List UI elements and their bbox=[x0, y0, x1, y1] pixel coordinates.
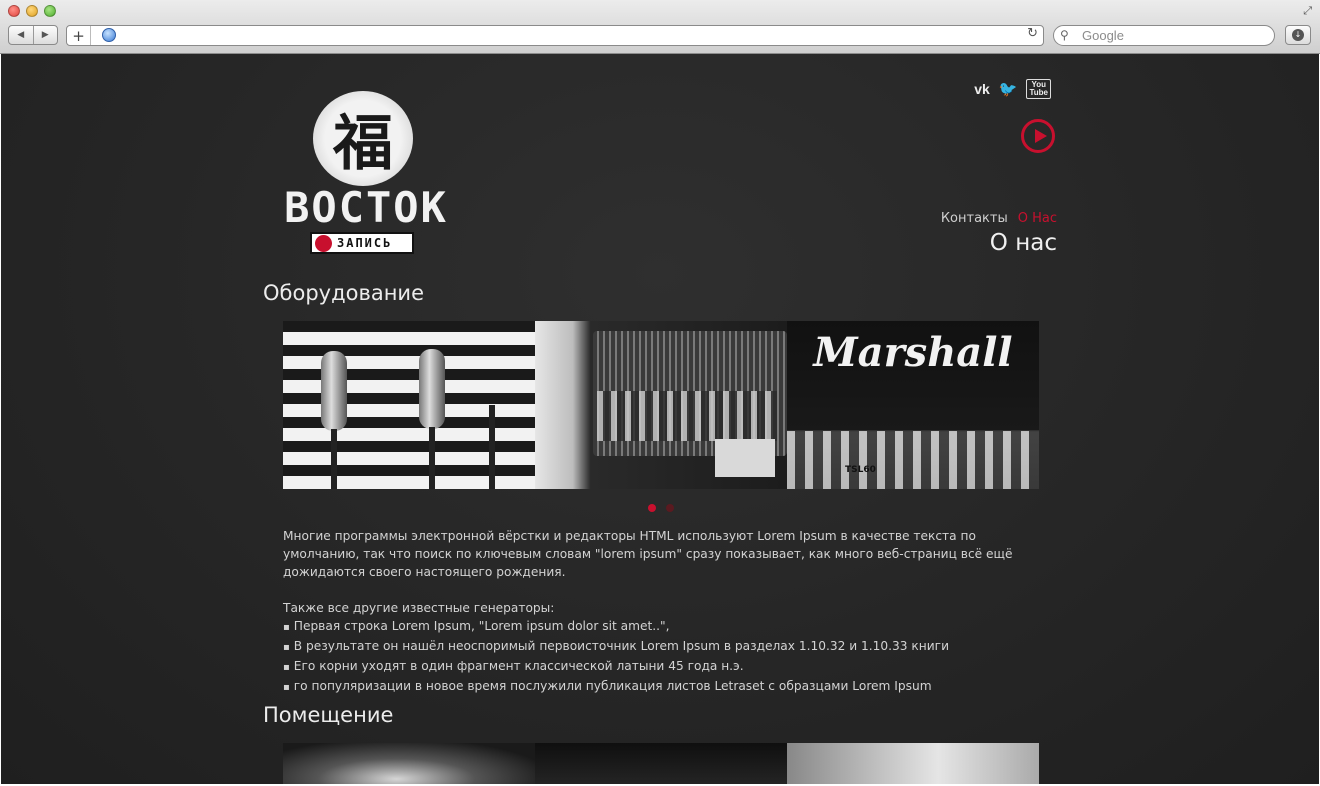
logo-subtitle-badge: ЗАПИСЬ bbox=[310, 232, 414, 254]
equipment-title: Оборудование bbox=[263, 281, 424, 305]
youtube-icon[interactable]: You Tube bbox=[1026, 79, 1051, 99]
mic-shape bbox=[321, 351, 347, 431]
logo-wordmark: ВОСТОК bbox=[284, 183, 448, 232]
marshall-model-text: TSL60 bbox=[845, 465, 876, 475]
room-title: Помещение bbox=[263, 703, 394, 727]
room-photo bbox=[787, 743, 1039, 784]
amp-knobs-shape bbox=[597, 391, 777, 441]
mic-shape bbox=[419, 349, 445, 429]
search-input[interactable]: ⚲ Google bbox=[1053, 25, 1275, 46]
close-window-button[interactable] bbox=[8, 5, 20, 17]
amplifier-photo bbox=[535, 321, 787, 489]
equipment-description: Многие программы электронной вёрстки и р… bbox=[283, 527, 1043, 697]
add-bookmark-button[interactable]: + bbox=[67, 26, 91, 45]
address-bar[interactable]: + ↻ bbox=[66, 25, 1044, 46]
list-intro: Также все другие известные генераторы: bbox=[283, 601, 555, 615]
downloads-button[interactable]: ↓ bbox=[1285, 25, 1311, 45]
page-title: О нас bbox=[989, 230, 1057, 256]
generators-list: Первая строка Lorem Ipsum, "Lorem ipsum … bbox=[283, 617, 1043, 697]
browser-toolbar: ⤢ ◀ ▶ + ↻ ⚲ Google ↓ bbox=[0, 0, 1320, 54]
equipment-slider[interactable]: Marshall TSL60 bbox=[283, 321, 1039, 489]
list-item: В результате он нашёл неоспоримый первои… bbox=[283, 637, 1043, 657]
main-nav: Контакты О Нас bbox=[941, 211, 1057, 226]
globe-icon bbox=[102, 28, 116, 42]
forward-button[interactable]: ▶ bbox=[34, 26, 58, 44]
amp-label-shape bbox=[715, 439, 775, 477]
nav-item-contacts[interactable]: Контакты bbox=[941, 211, 1008, 226]
slider-dot-active[interactable] bbox=[648, 504, 656, 512]
mic-stand-shape bbox=[489, 405, 495, 489]
play-icon[interactable] bbox=[1021, 119, 1055, 153]
microphones-photo bbox=[283, 321, 535, 489]
slider-dot[interactable] bbox=[666, 504, 674, 512]
room-slider[interactable] bbox=[283, 743, 1039, 784]
search-placeholder: Google bbox=[1082, 28, 1124, 43]
room-photo bbox=[535, 743, 787, 784]
description-paragraph: Многие программы электронной вёрстки и р… bbox=[283, 529, 1013, 579]
twitter-icon[interactable]: 🐦 bbox=[999, 80, 1018, 98]
list-item: Его корни уходят в один фрагмент классич… bbox=[283, 657, 1043, 677]
logo-badge-icon bbox=[315, 234, 332, 252]
logo-subtitle: ЗАПИСЬ bbox=[337, 236, 393, 250]
web-page: 福 ВОСТОК ЗАПИСЬ vk 🐦 You Tube Контакты О… bbox=[1, 54, 1319, 784]
list-item: го популяризации в новое время послужили… bbox=[283, 677, 1043, 697]
maximize-window-button[interactable] bbox=[44, 5, 56, 17]
mic-stand-shape bbox=[331, 429, 337, 489]
logo-emblem: 福 bbox=[313, 91, 413, 186]
room-photo bbox=[283, 743, 535, 784]
vk-icon[interactable]: vk bbox=[974, 81, 990, 97]
slider-pagination bbox=[648, 504, 674, 512]
marshall-controls-shape bbox=[787, 431, 1039, 489]
list-item: Первая строка Lorem Ipsum, "Lorem ipsum … bbox=[283, 617, 1043, 637]
marshall-brand-text: Marshall bbox=[813, 329, 1013, 376]
back-button[interactable]: ◀ bbox=[9, 26, 34, 44]
history-nav: ◀ ▶ bbox=[8, 25, 58, 45]
fullscreen-icon[interactable]: ⤢ bbox=[1303, 4, 1312, 18]
nav-item-about[interactable]: О Нас bbox=[1018, 211, 1057, 226]
social-links: vk 🐦 You Tube bbox=[974, 79, 1051, 99]
marshall-photo: Marshall TSL60 bbox=[787, 321, 1039, 489]
youtube-label-bottom: Tube bbox=[1029, 88, 1048, 97]
minimize-window-button[interactable] bbox=[26, 5, 38, 17]
reload-icon[interactable]: ↻ bbox=[1027, 26, 1038, 41]
download-icon: ↓ bbox=[1292, 29, 1304, 41]
site-logo[interactable]: 福 ВОСТОК ЗАПИСЬ bbox=[263, 91, 469, 256]
window-controls bbox=[8, 5, 56, 17]
search-icon: ⚲ bbox=[1060, 28, 1069, 42]
mic-stand-shape bbox=[429, 427, 435, 489]
